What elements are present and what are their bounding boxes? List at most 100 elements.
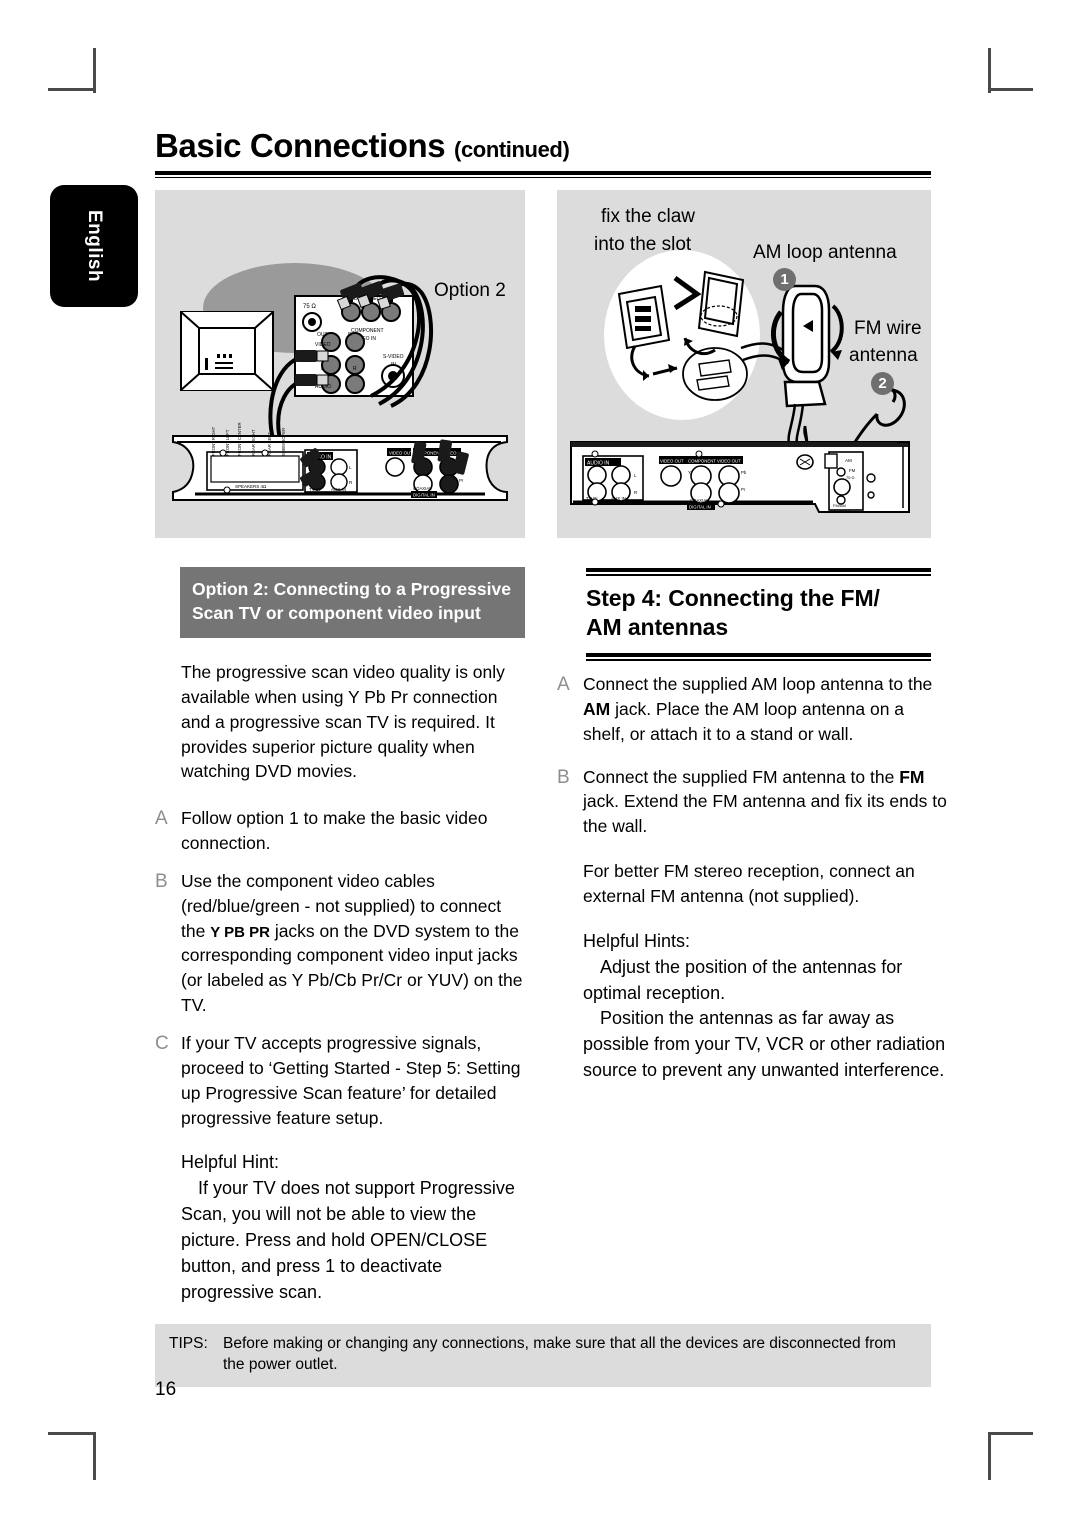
callout-badge-1-label: 1 [780, 271, 789, 288]
svg-text:VIDEO OUT: VIDEO OUT [389, 451, 413, 456]
left-item-b-letter: B [155, 870, 168, 892]
right-column-body: A Connect the supplied AM loop antenna t… [557, 672, 947, 1084]
svg-text:VIDEO OUT: VIDEO OUT [660, 459, 684, 464]
svg-text:SUBWOOFER: SUBWOOFER [281, 428, 286, 456]
right-item-a-emphasis: AM [583, 698, 611, 719]
left-column-body: The progressive scan video quality is on… [155, 660, 530, 1306]
language-tab-label: English [84, 209, 105, 283]
left-item-a-text: Follow option 1 to make the basic video … [181, 808, 488, 854]
svg-text:Pr: Pr [459, 478, 464, 483]
svg-text:TV IN: TV IN [309, 487, 321, 492]
svg-text:AUX IN: AUX IN [331, 487, 346, 492]
left-helpful-hint-item-1: If your TV does not support Progressive … [181, 1178, 515, 1302]
crop-mark-bot-right [988, 1432, 1033, 1435]
right-note-text: For better FM stereo reception, connect … [583, 861, 915, 906]
page-number: 16 [155, 1379, 177, 1400]
option-2-section-heading-label: Option 2: Connecting to a Progressive Sc… [192, 579, 511, 623]
page-title-continued: (continued) [454, 137, 570, 162]
figure-right-claw-label-line1: fix the claw [601, 206, 695, 227]
right-item-a-text-after: jack. Place the AM loop antenna on a she… [583, 698, 905, 744]
svg-text:Pb: Pb [741, 470, 747, 475]
svg-text:COAXIAL: COAXIAL [413, 486, 432, 491]
step-heading-rule-top [586, 568, 931, 576]
svg-text:IN: IN [391, 362, 396, 368]
figure-right-fm-wire-label-line1: FM wire [854, 318, 922, 339]
svg-text:COAXIAL: COAXIAL [690, 498, 709, 503]
right-item-a: A Connect the supplied AM loop antenna t… [557, 672, 947, 747]
svg-text:Pr: Pr [741, 487, 746, 492]
svg-text:AM: AM [845, 458, 852, 463]
left-item-a: A Follow option 1 to make the basic vide… [155, 806, 530, 856]
tips-text: Before making or changing any connection… [223, 1335, 896, 1374]
left-item-c: C If your TV accepts progressive signals… [155, 1031, 530, 1130]
figure-right-fm-wire-label-line2: antenna [849, 345, 918, 366]
svg-text:VIDEO: VIDEO [315, 342, 331, 348]
right-item-b-letter: B [557, 766, 570, 788]
page-header: Basic Connections (continued) [155, 127, 931, 179]
step-4-heading-line1: Step 4: Connecting the FM/ [586, 585, 880, 611]
right-note-paragraph: For better FM stereo reception, connect … [557, 859, 947, 909]
svg-text:REAR RIGHT: REAR RIGHT [251, 429, 256, 456]
option2-diagram-svg: 75 Ω AUD VIDEO COMPONENT VIDEO IN OUT VI… [172, 263, 508, 501]
left-intro-text: The progressive scan video quality is on… [181, 662, 505, 782]
right-item-b-text-after: jack. Extend the FM antenna and fix its … [583, 791, 947, 837]
left-helpful-hint-title: Helpful Hint: [181, 1152, 280, 1173]
header-rule [155, 171, 931, 179]
svg-text:FRONT RIGHT: FRONT RIGHT [211, 426, 216, 456]
crop-mark-bot-left [48, 1432, 93, 1435]
svg-text:AUX IN: AUX IN [611, 496, 626, 501]
right-helpful-hints-title: Helpful Hints: [583, 930, 691, 951]
crop-mark-top-left [48, 88, 93, 91]
svg-text:L: L [321, 366, 324, 372]
left-item-b: B Use the component video cables (red/bl… [155, 869, 530, 1018]
left-item-c-letter: C [155, 1032, 169, 1054]
right-helpful-hints-item-1: Adjust the position of the antennas for … [583, 956, 903, 1003]
svg-text:SPEAKERS 4Ω: SPEAKERS 4Ω [235, 484, 267, 489]
page-title: Basic Connections [155, 127, 446, 164]
step-4-section-heading: Step 4: Connecting the FM/ AM antennas [586, 568, 931, 661]
language-tab-english: English [50, 185, 138, 307]
figure-right-claw-label-line2: into the slot [594, 234, 692, 255]
left-intro-paragraph: The progressive scan video quality is on… [155, 660, 530, 784]
figure-left-option-label: Option 2 [434, 280, 506, 301]
svg-text:R: R [348, 332, 352, 338]
tips-footer-bar: TIPS: Before making or changing any conne… [155, 1324, 931, 1387]
svg-text:Y: Y [688, 470, 691, 475]
tips-label: TIPS: [169, 1335, 208, 1352]
svg-text:S-VIDEO: S-VIDEO [383, 354, 404, 360]
svg-text:ANTENNA: ANTENNA [831, 508, 850, 513]
crop-mark-top-right [988, 88, 1033, 91]
callout-badge-2-label: 2 [878, 375, 887, 392]
left-item-a-letter: A [155, 808, 168, 830]
svg-text:75 Ω: 75 Ω [846, 475, 855, 480]
svg-text:FM: FM [849, 468, 856, 473]
crop-mark-bot-left-v [93, 1432, 96, 1480]
left-helpful-hint-block: Helpful Hint: If your TV does not suppor… [155, 1150, 530, 1305]
svg-text:COMPONENT VIDEO OUT: COMPONENT VIDEO OUT [688, 459, 741, 464]
callout-badge-1: 1 [773, 268, 796, 291]
figure-fm-am-antennas: AUDIO IN L R TV IN AUX IN VIDEO OUT COMP… [557, 190, 931, 538]
step-heading-rule-bottom [586, 652, 931, 661]
step-4-heading-line2: AM antennas [586, 614, 729, 641]
svg-text:OUT: OUT [317, 332, 328, 338]
svg-text:DIGITAL IN: DIGITAL IN [413, 493, 435, 498]
option-2-section-heading: Option 2: Connecting to a Progressive Sc… [180, 567, 525, 639]
callout-badge-2: 2 [871, 372, 894, 395]
left-item-c-text: If your TV accepts progressive signals, … [181, 1032, 521, 1128]
figure-option2-component-video: 75 Ω AUD VIDEO COMPONENT VIDEO IN OUT VI… [155, 190, 525, 538]
crop-mark-top-left-v [93, 48, 96, 93]
svg-text:DIGITAL IN: DIGITAL IN [689, 505, 711, 510]
right-helpful-hints-block: Helpful Hints: Adjust the position of th… [557, 929, 947, 1084]
crop-mark-top-right-v [988, 48, 991, 93]
right-item-a-text-before: Connect the supplied AM loop antenna to … [583, 674, 933, 694]
right-item-a-letter: A [557, 674, 570, 695]
right-helpful-hints-item-2: Position the antennas as far away as pos… [583, 1008, 946, 1081]
left-item-b-emphasis: Y PB PR [210, 923, 270, 941]
right-item-b-emphasis: FM [899, 766, 925, 787]
right-item-b-text-before: Connect the supplied FM antenna to the [583, 766, 900, 787]
svg-text:FRONT CENTER: FRONT CENTER [237, 422, 242, 456]
figure-right-am-loop-label: AM loop antenna [753, 242, 897, 263]
right-item-b: B Connect the supplied FM antenna to the… [557, 765, 947, 840]
svg-text:75 Ω: 75 Ω [303, 304, 316, 310]
svg-text:R: R [353, 366, 357, 372]
